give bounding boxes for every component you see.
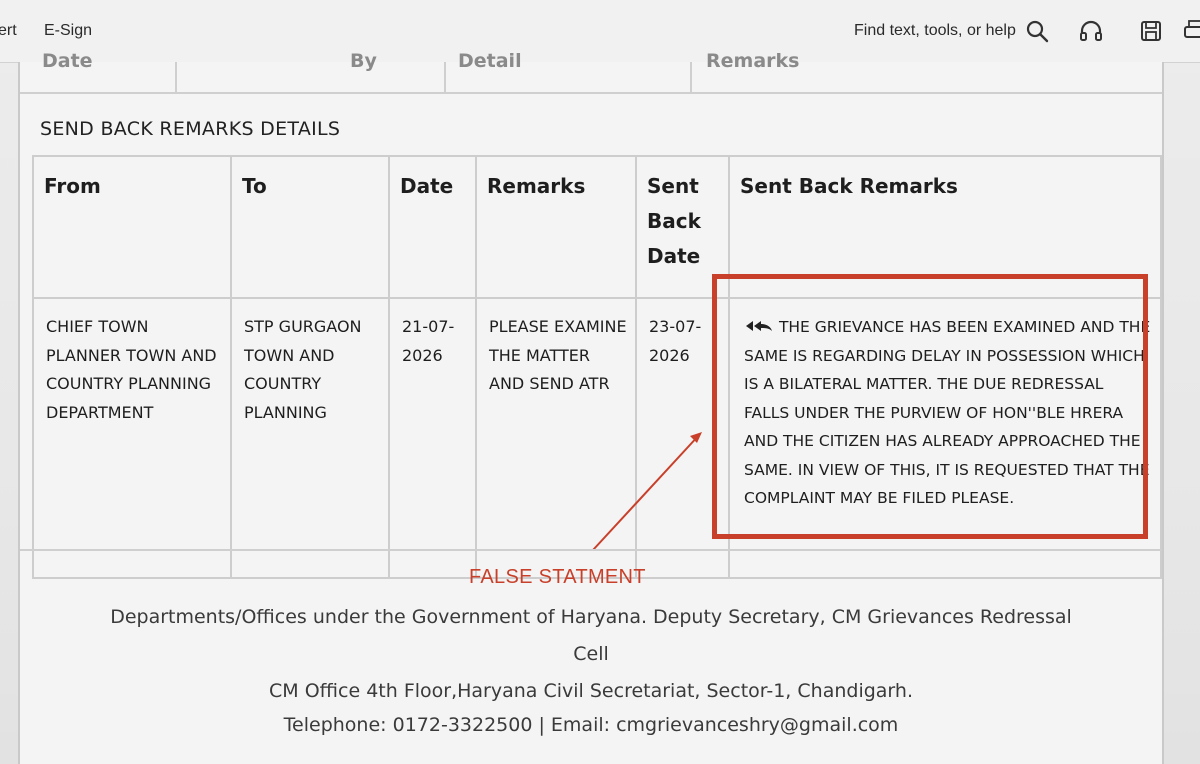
column-header-sent-back-date: Sent Back Date [635, 155, 730, 299]
cutoff-divider [175, 62, 177, 92]
save-icon[interactable] [1138, 18, 1164, 44]
previous-table-cutoff-row: Date By Detail Remarks [20, 50, 1162, 94]
cell-from: CHIEF TOWN PLANNER TOWN AND COUNTRY PLAN… [32, 297, 232, 579]
viewer-toolbar: ert E-Sign Find text, tools, or help [0, 0, 1200, 63]
column-header-to: To [230, 155, 390, 299]
pdf-viewer-window: ert E-Sign Find text, tools, or help Dat… [0, 0, 1200, 764]
false-statement-annotation: FALSE STATMENT [469, 566, 646, 588]
menu-item-convert[interactable]: ert [0, 22, 17, 40]
table-bottom-divider [20, 549, 1162, 551]
document-page: Date By Detail Remarks SEND BACK REMARKS… [18, 50, 1164, 764]
send-back-remarks-table: From To Date Remarks Sent Back Date Sent… [32, 155, 1162, 579]
cell-remarks: PLEASE EXAMINE THE MATTER AND SEND ATR [475, 297, 637, 579]
table-row: CHIEF TOWN PLANNER TOWN AND COUNTRY PLAN… [32, 297, 1162, 579]
column-header-remarks: Remarks [475, 155, 637, 299]
reply-arrow-icon [744, 314, 774, 331]
sent-back-remarks-text: THE GRIEVANCE HAS BEEN EXAMINED AND THE … [744, 318, 1151, 507]
headphones-icon[interactable] [1078, 18, 1104, 44]
cell-to: STP GURGAON TOWN AND COUNTRY PLANNING [230, 297, 390, 579]
footer-address: CM Office 4th Floor,Haryana Civil Secret… [269, 680, 913, 702]
cell-sent-back-date: 23-07-2026 [635, 297, 730, 579]
menu-item-esign[interactable]: E-Sign [44, 22, 92, 40]
cutoff-header-detail: Detail [458, 50, 522, 72]
cutoff-header-remarks: Remarks [706, 50, 800, 72]
cell-sent-back-remarks: THE GRIEVANCE HAS BEEN EXAMINED AND THE … [728, 297, 1162, 579]
print-icon[interactable] [1182, 18, 1200, 44]
search-tools-label[interactable]: Find text, tools, or help [854, 22, 1016, 40]
column-header-date: Date [388, 155, 477, 299]
footer-line-2: Cell [573, 643, 609, 665]
cutoff-divider [444, 62, 446, 92]
search-icon[interactable] [1024, 18, 1050, 44]
cutoff-header-date: Date [42, 50, 93, 72]
cutoff-header-by: By [350, 50, 377, 72]
column-header-sent-back-remarks: Sent Back Remarks [728, 155, 1162, 299]
section-title: SEND BACK REMARKS DETAILS [40, 118, 341, 140]
table-header-row: From To Date Remarks Sent Back Date Sent… [32, 155, 1162, 299]
footer-line-1: Departments/Offices under the Government… [110, 606, 1072, 628]
cutoff-divider [690, 62, 692, 92]
footer-contact: Telephone: 0172-3322500 | Email: cmgriev… [283, 714, 899, 736]
column-header-from: From [32, 155, 232, 299]
cell-date: 21-07-2026 [388, 297, 477, 579]
